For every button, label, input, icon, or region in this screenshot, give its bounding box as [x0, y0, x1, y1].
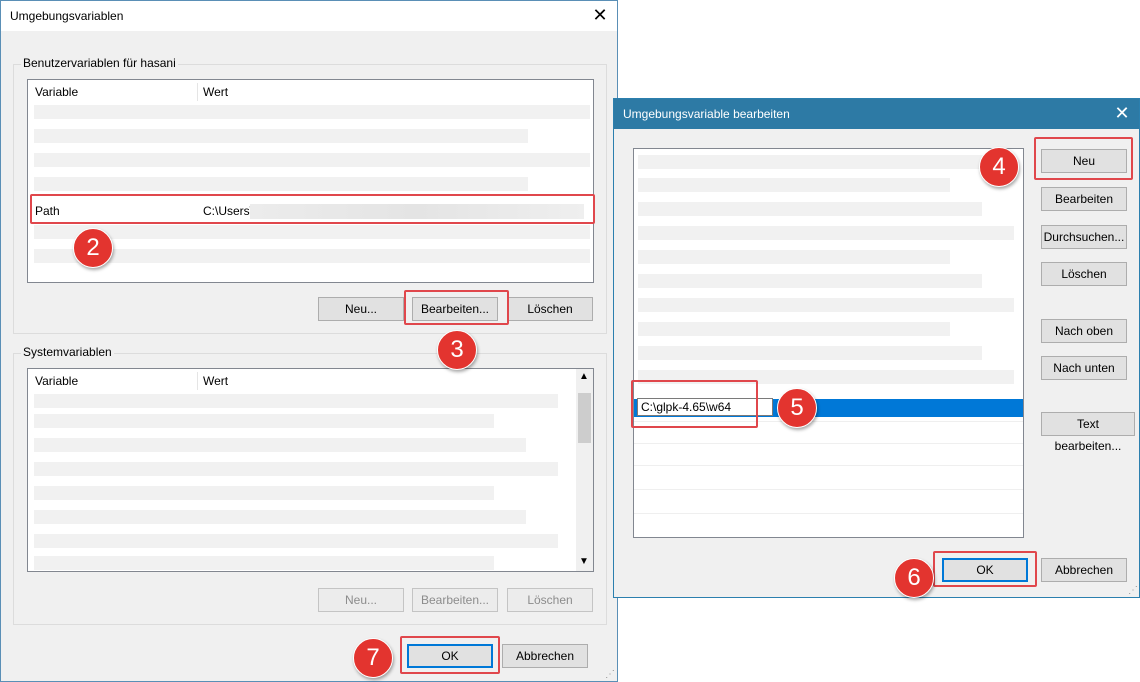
edit-environment-variable-dialog: Umgebungsvariable bearbeiten ✕ Neu Bearb… — [613, 98, 1140, 598]
user-list-header: Variable Wert — [28, 80, 593, 102]
blurred-entry[interactable] — [638, 346, 982, 360]
scroll-up-icon[interactable]: ▲ — [579, 371, 589, 382]
environment-variables-dialog: Umgebungsvariablen ✕ Benutzervariablen f… — [0, 0, 618, 682]
blurred-row[interactable] — [34, 129, 528, 143]
move-up-button[interactable]: Nach oben — [1041, 319, 1127, 343]
step-badge-6: 6 — [894, 558, 934, 598]
blurred-entry[interactable] — [638, 155, 1014, 169]
blurred-row[interactable] — [34, 486, 494, 500]
browse-button[interactable]: Durchsuchen... — [1041, 225, 1127, 249]
path-row-value: C:\Users\ — [203, 204, 254, 218]
main-titlebar: Umgebungsvariablen ✕ — [1, 1, 617, 31]
edit-ok-button[interactable]: OK — [942, 558, 1028, 582]
blurred-value — [250, 204, 584, 219]
entry-divider — [634, 443, 1023, 444]
path-row-variable: Path — [35, 204, 60, 218]
column-header-value[interactable]: Wert — [203, 374, 228, 388]
main-cancel-button[interactable]: Abbrechen — [502, 644, 588, 668]
entry-divider — [634, 465, 1023, 466]
system-new-button[interactable]: Neu... — [318, 588, 404, 612]
blurred-entry[interactable] — [638, 322, 950, 336]
blurred-row[interactable] — [34, 177, 528, 191]
user-new-button[interactable]: Neu... — [318, 297, 404, 321]
system-variables-list[interactable]: Variable Wert ▲ ▼ — [27, 368, 594, 572]
column-header-value[interactable]: Wert — [203, 85, 228, 99]
blurred-entry[interactable] — [638, 274, 982, 288]
user-edit-button[interactable]: Bearbeiten... — [412, 297, 498, 321]
path-entry-input[interactable] — [637, 398, 773, 416]
entry-divider — [634, 513, 1023, 514]
resize-grip-icon[interactable]: ⋰ — [1128, 585, 1138, 596]
blurred-entry[interactable] — [638, 298, 1014, 312]
blurred-row[interactable] — [34, 105, 590, 119]
entry-divider — [634, 421, 1023, 422]
blurred-entry[interactable] — [638, 202, 982, 216]
edit-entry-button[interactable]: Bearbeiten — [1041, 187, 1127, 211]
blurred-entry[interactable] — [638, 226, 1014, 240]
blurred-row[interactable] — [34, 462, 558, 476]
edit-titlebar: Umgebungsvariable bearbeiten ✕ — [614, 99, 1139, 129]
step-badge-4: 4 — [979, 147, 1019, 187]
step-badge-7: 7 — [353, 638, 393, 678]
blurred-row[interactable] — [34, 225, 590, 239]
entry-divider — [634, 489, 1023, 490]
new-entry-button[interactable]: Neu — [1041, 149, 1127, 173]
blurred-row[interactable] — [34, 249, 590, 263]
edit-close-icon[interactable]: ✕ — [1111, 102, 1133, 124]
user-variables-label: Benutzervariablen für hasani — [21, 56, 178, 70]
delete-entry-button[interactable]: Löschen — [1041, 262, 1127, 286]
blurred-row[interactable] — [34, 153, 590, 167]
column-header-variable[interactable]: Variable — [35, 85, 78, 99]
edit-text-button[interactable]: Text bearbeiten... — [1041, 412, 1135, 453]
blurred-row[interactable] — [34, 438, 526, 452]
step-badge-3: 3 — [437, 330, 477, 370]
blurred-row[interactable] — [34, 510, 526, 524]
path-row[interactable]: Path C:\Users\ — [28, 201, 593, 221]
edit-dialog-title: Umgebungsvariable bearbeiten — [623, 107, 790, 121]
path-entries-list[interactable] — [633, 148, 1024, 538]
blurred-row[interactable] — [34, 556, 494, 570]
blurred-row[interactable] — [34, 534, 558, 548]
column-header-variable[interactable]: Variable — [35, 374, 78, 388]
resize-grip-icon[interactable]: ⋰ — [605, 669, 615, 680]
blurred-entry[interactable] — [638, 250, 950, 264]
blurred-entry[interactable] — [638, 370, 1014, 384]
system-variables-label: Systemvariablen — [21, 345, 114, 359]
system-delete-button[interactable]: Löschen — [507, 588, 593, 612]
main-dialog-title: Umgebungsvariablen — [10, 9, 124, 23]
system-list-header: Variable Wert — [28, 369, 593, 391]
blurred-row[interactable] — [34, 394, 558, 408]
step-badge-2: 2 — [73, 228, 113, 268]
move-down-button[interactable]: Nach unten — [1041, 356, 1127, 380]
edit-cancel-button[interactable]: Abbrechen — [1041, 558, 1127, 582]
main-ok-button[interactable]: OK — [407, 644, 493, 668]
system-edit-button[interactable]: Bearbeiten... — [412, 588, 498, 612]
scroll-down-icon[interactable]: ▼ — [579, 556, 589, 567]
user-delete-button[interactable]: Löschen — [507, 297, 593, 321]
system-list-scrollbar[interactable]: ▲ ▼ — [576, 369, 593, 571]
blurred-entry[interactable] — [638, 178, 950, 192]
step-badge-5: 5 — [777, 388, 817, 428]
main-close-icon[interactable]: ✕ — [589, 4, 611, 26]
blurred-row[interactable] — [34, 414, 494, 428]
scrollbar-thumb[interactable] — [578, 393, 591, 443]
